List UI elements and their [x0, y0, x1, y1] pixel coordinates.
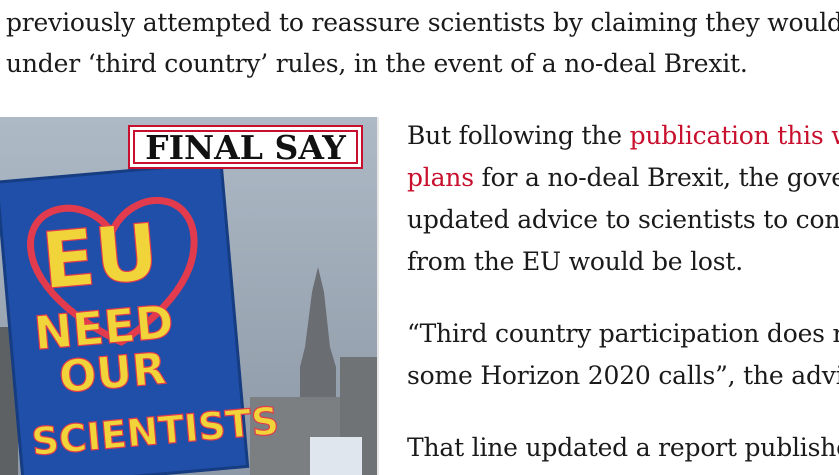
sign-line-eu: EU — [38, 208, 162, 308]
paragraph-2: “Third country participation does r some… — [407, 313, 839, 397]
badge-label: FINAL SAY — [145, 127, 346, 167]
intro-line-1: previously attempted to reassure scienti… — [6, 8, 839, 37]
p1-line3-text: updated advice to scientists to con — [407, 205, 839, 234]
p2-line2-text: some Horizon 2020 calls”, the advi — [407, 361, 839, 390]
paragraph-1: But following the publication this w pla… — [407, 115, 839, 283]
article-intro-text: previously attempted to reassure scienti… — [6, 2, 839, 84]
column-divider — [377, 117, 379, 475]
p1-line4-text: from the EU would be lost. — [407, 247, 743, 276]
p1-line2-text: for a no-deal Brexit, the gove — [473, 163, 839, 192]
plans-link[interactable]: plans — [407, 163, 474, 192]
article-body: But following the publication this w pla… — [407, 115, 839, 469]
article-image[interactable]: EU NEED OUR SCIENTISTS FINAL SAY — [0, 117, 378, 475]
final-say-badge[interactable]: FINAL SAY — [128, 125, 363, 169]
paragraph-3: That line updated a report publishe — [407, 427, 839, 469]
sign-line-our: OUR — [57, 343, 168, 403]
p3-line1-text: That line updated a report publishe — [407, 433, 839, 462]
p1-line1-text: But following the — [407, 121, 630, 150]
publication-link[interactable]: publication this w — [630, 121, 839, 150]
p2-line1-text: “Third country participation does r — [407, 319, 839, 348]
intro-line-2: under ‘third country’ rules, in the even… — [6, 49, 748, 78]
protest-sign-photo: EU NEED OUR SCIENTISTS — [0, 117, 378, 475]
